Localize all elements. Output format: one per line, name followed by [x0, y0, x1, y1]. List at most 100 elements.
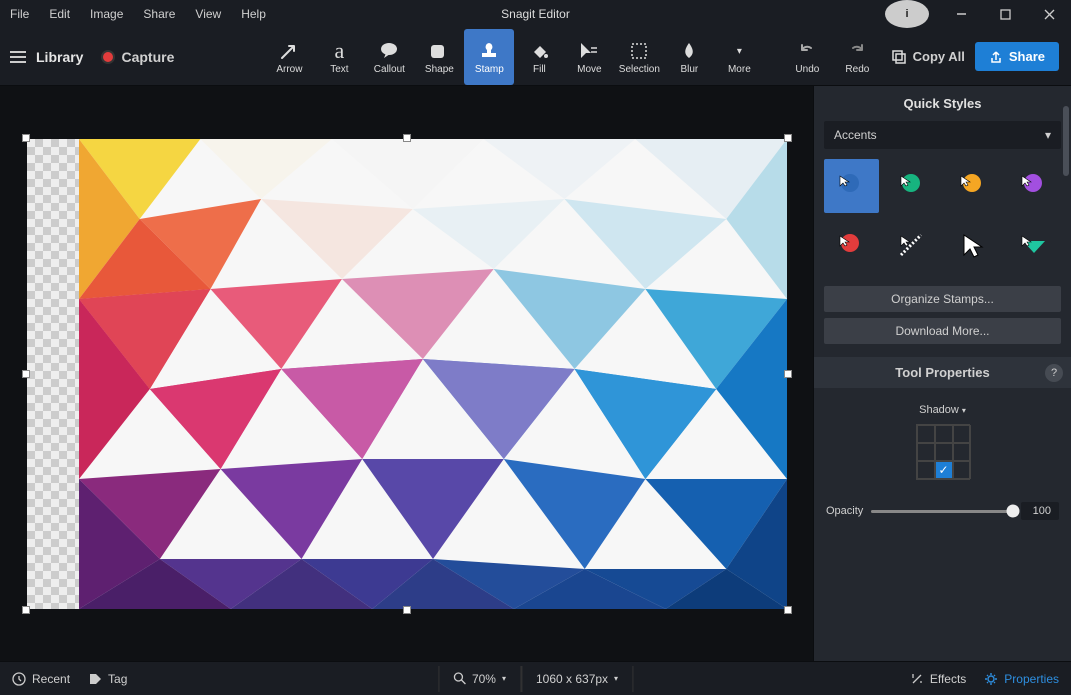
canvas	[27, 139, 787, 609]
share-button[interactable]: Share	[975, 42, 1059, 71]
main-area: Quick Styles Accents ▾ Organize Stamps..…	[0, 86, 1071, 661]
wand-icon	[910, 672, 924, 686]
tool-redo[interactable]: Redo	[832, 29, 882, 85]
title-bar: File Edit Image Share View Help Snagit E…	[0, 0, 1071, 28]
window-buttons: i	[885, 0, 1071, 28]
chevron-down-icon: ▾	[614, 674, 618, 683]
shadow-cell-active[interactable]: ✓	[935, 461, 953, 479]
tool-fill[interactable]: Fill	[514, 29, 564, 85]
stamp-item[interactable]	[946, 219, 1001, 273]
category-dropdown[interactable]: Accents ▾	[824, 121, 1061, 149]
tool-arrow[interactable]: Arrow	[264, 29, 314, 85]
resize-handle[interactable]	[784, 134, 792, 142]
stamp-item[interactable]	[824, 219, 879, 273]
menu-bar: File Edit Image Share View Help	[0, 2, 276, 26]
scrollbar-thumb[interactable]	[1063, 106, 1069, 176]
tag-icon	[88, 672, 102, 686]
poly-image	[79, 139, 787, 609]
menu-edit[interactable]: Edit	[39, 2, 80, 26]
shadow-cell[interactable]	[917, 443, 935, 461]
slider-thumb[interactable]	[1007, 505, 1020, 518]
chevron-down-icon: ▾	[502, 674, 506, 683]
shadow-grid: ✓	[916, 424, 970, 480]
organize-stamps-button[interactable]: Organize Stamps...	[824, 286, 1061, 312]
tool-shape[interactable]: Shape	[414, 29, 464, 85]
resize-handle[interactable]	[784, 370, 792, 378]
effects-button[interactable]: Effects	[910, 672, 966, 686]
stamp-grid	[814, 159, 1071, 283]
menu-view[interactable]: View	[185, 2, 231, 26]
menu-file[interactable]: File	[0, 2, 39, 26]
transparency-checker	[27, 139, 79, 609]
resize-handle[interactable]	[22, 606, 30, 614]
sidebar: Quick Styles Accents ▾ Organize Stamps..…	[813, 86, 1071, 661]
resize-handle[interactable]	[22, 370, 30, 378]
clock-icon	[12, 672, 26, 686]
stamp-item[interactable]	[885, 219, 940, 273]
canvas-selection[interactable]	[27, 139, 787, 609]
resize-handle[interactable]	[403, 134, 411, 142]
shadow-cell[interactable]	[917, 461, 935, 479]
menu-share[interactable]: Share	[133, 2, 185, 26]
shadow-cell[interactable]	[953, 425, 971, 443]
tool-list: Arrow aText Callout Shape Stamp Fill Mov…	[264, 29, 882, 85]
dimensions-control[interactable]: 1060 x 637px ▾	[521, 666, 633, 692]
stamp-item[interactable]	[824, 159, 879, 213]
maximize-button[interactable]	[983, 0, 1027, 28]
zoom-control[interactable]: 70% ▾	[438, 666, 521, 692]
library-button[interactable]: Library	[36, 49, 83, 65]
status-bar: Recent Tag 70% ▾ 1060 x 637px ▾ Effects …	[0, 661, 1071, 695]
close-button[interactable]	[1027, 0, 1071, 28]
chevron-down-icon: ▾	[1045, 128, 1051, 142]
properties-button[interactable]: Properties	[984, 672, 1059, 686]
tool-more[interactable]: ▾More	[714, 29, 764, 85]
tool-text[interactable]: aText	[314, 29, 364, 85]
tag-button[interactable]: Tag	[88, 672, 127, 686]
resize-handle[interactable]	[784, 606, 792, 614]
chevron-down-icon: ▾	[962, 406, 966, 415]
opacity-row: Opacity 100	[814, 492, 1071, 530]
stamp-item[interactable]	[885, 159, 940, 213]
copy-icon	[891, 49, 907, 65]
opacity-value[interactable]: 100	[1021, 502, 1059, 520]
capture-button[interactable]: Capture	[101, 49, 174, 65]
tool-undo[interactable]: Undo	[782, 29, 832, 85]
menu-image[interactable]: Image	[80, 2, 133, 26]
shadow-cell[interactable]	[935, 443, 953, 461]
shadow-section: Shadow▾ ✓	[814, 388, 1071, 492]
opacity-label: Opacity	[826, 505, 863, 517]
quick-styles-title: Quick Styles	[814, 86, 1071, 121]
stamp-item[interactable]	[1006, 219, 1061, 273]
shadow-cell[interactable]	[917, 425, 935, 443]
minimize-button[interactable]	[939, 0, 983, 28]
menu-help[interactable]: Help	[231, 2, 276, 26]
info-icon[interactable]: i	[885, 0, 929, 28]
share-icon	[989, 50, 1003, 64]
resize-handle[interactable]	[403, 606, 411, 614]
resize-handle[interactable]	[22, 134, 30, 142]
hamburger-icon[interactable]	[10, 51, 26, 63]
shadow-cell[interactable]	[953, 461, 971, 479]
stamp-item[interactable]	[946, 159, 1001, 213]
tool-callout[interactable]: Callout	[364, 29, 414, 85]
search-icon	[453, 672, 466, 685]
download-more-button[interactable]: Download More...	[824, 318, 1061, 344]
shadow-cell[interactable]	[953, 443, 971, 461]
record-icon	[101, 50, 115, 64]
tool-stamp[interactable]: Stamp	[464, 29, 514, 85]
tool-selection[interactable]: Selection	[614, 29, 664, 85]
shadow-dropdown[interactable]: Shadow▾	[919, 404, 966, 416]
shadow-cell[interactable]	[935, 425, 953, 443]
stamp-item[interactable]	[1006, 159, 1061, 213]
recent-button[interactable]: Recent	[12, 672, 70, 686]
tool-properties-header: Tool Properties ?	[814, 357, 1071, 388]
canvas-area[interactable]	[0, 86, 813, 661]
gear-icon	[984, 672, 998, 686]
copy-all-button[interactable]: Copy All	[891, 49, 965, 65]
tool-blur[interactable]: Blur	[664, 29, 714, 85]
toolbar: Library Capture Arrow aText Callout Shap…	[0, 28, 1071, 86]
opacity-slider[interactable]	[871, 510, 1013, 513]
help-icon[interactable]: ?	[1045, 364, 1063, 382]
app-title: Snagit Editor	[501, 7, 570, 21]
tool-move[interactable]: Move	[564, 29, 614, 85]
